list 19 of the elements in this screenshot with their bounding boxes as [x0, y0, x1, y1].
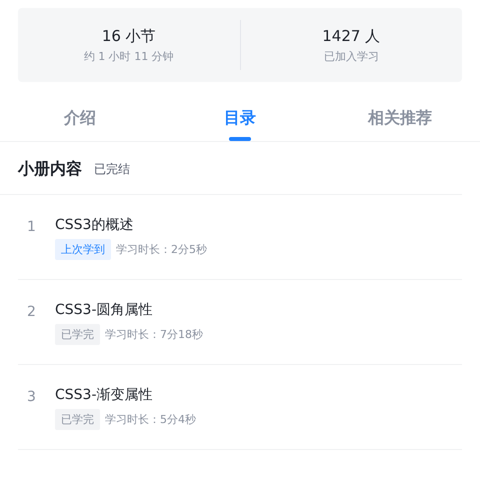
stat-value: 1427 人 [322, 26, 380, 46]
stat-caption: 已加入学习 [324, 48, 379, 64]
chapter-number: 3 [26, 388, 37, 405]
tab[interactable]: 目录 [160, 104, 320, 141]
study-duration: 学习时长：5分4秒 [105, 412, 196, 427]
study-duration: 学习时长：7分18秒 [105, 327, 203, 342]
stat-value: 16 小节 [102, 26, 156, 46]
section-title: 小册内容 [18, 159, 82, 180]
status-tag: 已学完 [55, 324, 100, 345]
chapter-title[interactable]: CSS3-渐变属性 [55, 384, 196, 404]
chapter-title[interactable]: CSS3的概述 [55, 214, 207, 234]
chapter-title[interactable]: CSS3-圆角属性 [55, 299, 203, 319]
stat-caption: 约 1 小时 11 分钟 [84, 48, 174, 64]
section-status: 已完结 [94, 161, 130, 178]
status-tag: 上次学到 [55, 239, 111, 260]
status-tag: 已学完 [55, 409, 100, 430]
chapter-number: 2 [26, 303, 37, 320]
study-duration: 学习时长：2分5秒 [116, 242, 207, 257]
chapter-number: 1 [26, 218, 37, 235]
